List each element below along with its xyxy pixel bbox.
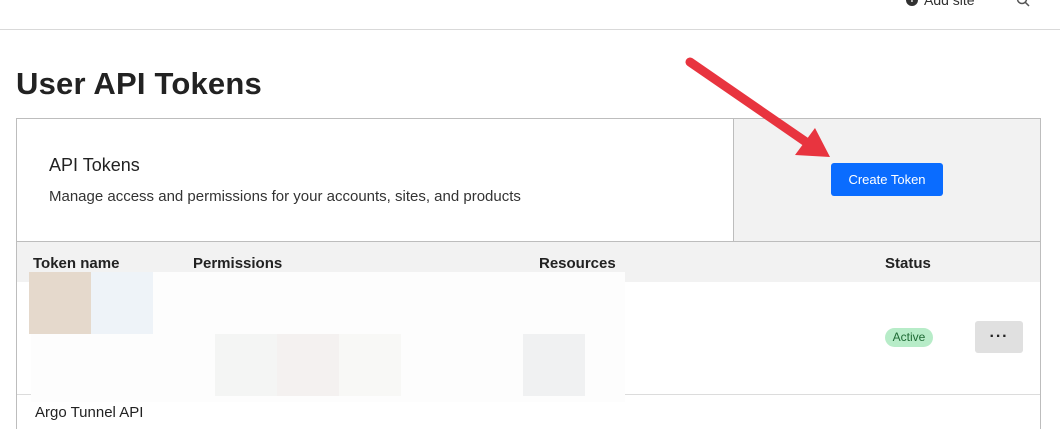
redacted-block	[215, 334, 277, 396]
card-header: API Tokens Manage access and permissions…	[17, 119, 1040, 242]
column-header-status: Status	[885, 255, 931, 272]
card-header-actions: Create Token	[734, 119, 1040, 241]
redacted-block	[29, 272, 91, 334]
redacted-block	[339, 334, 401, 396]
column-header-resources: Resources	[539, 255, 616, 272]
add-site-button[interactable]: + Add site	[906, 0, 975, 9]
redacted-block	[523, 334, 585, 396]
row-menu-button[interactable]: ···	[975, 321, 1023, 353]
column-header-token-name: Token name	[33, 255, 120, 272]
redacted-block	[91, 272, 153, 334]
ellipsis-icon: ···	[989, 328, 1009, 345]
top-header-bar: + Add site	[0, 0, 1060, 30]
card-header-info: API Tokens Manage access and permissions…	[17, 119, 734, 241]
page-title: User API Tokens	[16, 66, 262, 101]
plus-circle-icon: +	[906, 0, 918, 6]
column-header-permissions: Permissions	[193, 255, 283, 272]
table-row: Active ···	[17, 272, 1040, 402]
token-name[interactable]: Argo Tunnel API	[35, 404, 143, 421]
redacted-area	[29, 272, 625, 402]
status-badge: Active	[885, 328, 933, 347]
search-icon[interactable]	[1016, 0, 1030, 7]
redacted-block	[277, 334, 339, 396]
card-title: API Tokens	[49, 155, 140, 175]
add-site-label: Add site	[924, 0, 975, 8]
api-tokens-card: API Tokens Manage access and permissions…	[16, 118, 1041, 429]
card-description: Manage access and permissions for your a…	[49, 188, 521, 205]
create-token-button[interactable]: Create Token	[831, 163, 943, 196]
